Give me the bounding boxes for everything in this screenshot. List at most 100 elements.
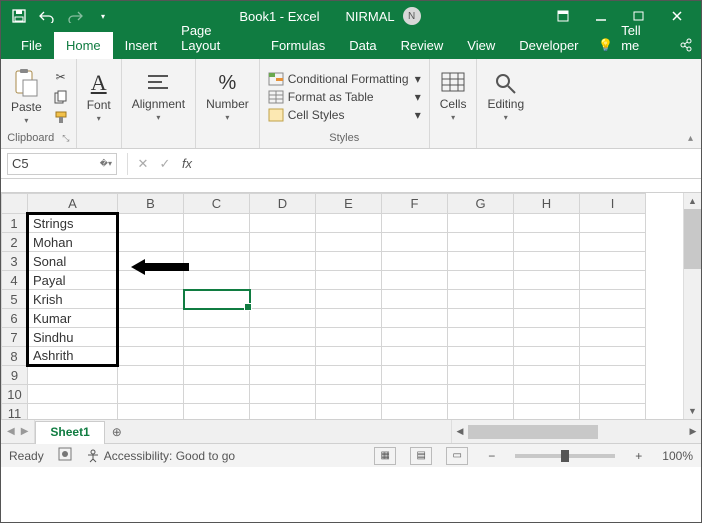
- cell[interactable]: [514, 309, 580, 328]
- cell[interactable]: Payal: [28, 271, 118, 290]
- cell[interactable]: [514, 385, 580, 404]
- row-header[interactable]: 1: [2, 214, 28, 233]
- accessibility-status[interactable]: Accessibility: Good to go: [86, 449, 235, 463]
- cell[interactable]: [580, 404, 646, 420]
- cell[interactable]: [448, 309, 514, 328]
- cell[interactable]: [580, 252, 646, 271]
- cell[interactable]: [250, 214, 316, 233]
- cell[interactable]: [514, 252, 580, 271]
- cell[interactable]: [316, 385, 382, 404]
- cell[interactable]: [118, 328, 184, 347]
- row-header[interactable]: 10: [2, 385, 28, 404]
- cell[interactable]: [250, 347, 316, 366]
- col-header[interactable]: B: [118, 194, 184, 214]
- name-box[interactable]: C5 �▾: [7, 153, 117, 175]
- cell[interactable]: [382, 252, 448, 271]
- cell[interactable]: [28, 404, 118, 420]
- tab-page-layout[interactable]: Page Layout: [169, 17, 259, 59]
- minimize-button[interactable]: [583, 2, 619, 30]
- cell-styles-button[interactable]: Cell Styles▾: [266, 107, 423, 123]
- cell[interactable]: [118, 347, 184, 366]
- zoom-in-icon[interactable]: +: [629, 449, 648, 463]
- cell[interactable]: [184, 271, 250, 290]
- cell[interactable]: [580, 366, 646, 385]
- cell[interactable]: [250, 309, 316, 328]
- horizontal-scrollbar[interactable]: ◀ ▶: [451, 420, 701, 443]
- share-icon[interactable]: [670, 31, 701, 59]
- row-header[interactable]: 3: [2, 252, 28, 271]
- row-header[interactable]: 7: [2, 328, 28, 347]
- cell[interactable]: [316, 214, 382, 233]
- zoom-slider[interactable]: [515, 454, 615, 458]
- cell[interactable]: [184, 309, 250, 328]
- cell[interactable]: [514, 404, 580, 420]
- collapse-ribbon-icon[interactable]: ▴: [688, 133, 693, 144]
- cell[interactable]: Sindhu: [28, 328, 118, 347]
- cell[interactable]: [28, 366, 118, 385]
- copy-icon[interactable]: [52, 88, 70, 106]
- cell[interactable]: [184, 404, 250, 420]
- worksheet-grid[interactable]: A B C D E F G H I 1Strings 2Mohan 3Sonal…: [1, 193, 701, 419]
- cell[interactable]: [580, 271, 646, 290]
- cell[interactable]: [382, 385, 448, 404]
- cell[interactable]: [316, 290, 382, 309]
- row-header[interactable]: 6: [2, 309, 28, 328]
- cell[interactable]: [118, 366, 184, 385]
- cell[interactable]: [448, 347, 514, 366]
- cell[interactable]: Krish: [28, 290, 118, 309]
- cell[interactable]: [316, 252, 382, 271]
- cell[interactable]: [382, 404, 448, 420]
- add-sheet-button[interactable]: ⊕: [105, 420, 129, 443]
- cell[interactable]: [184, 252, 250, 271]
- editing-button[interactable]: Editing ▾: [483, 69, 528, 124]
- cell[interactable]: [514, 233, 580, 252]
- cell[interactable]: [382, 309, 448, 328]
- cells-button[interactable]: Cells ▾: [436, 69, 471, 124]
- cell[interactable]: [448, 252, 514, 271]
- tab-data[interactable]: Data: [337, 32, 388, 59]
- row-header[interactable]: 2: [2, 233, 28, 252]
- cell[interactable]: [316, 404, 382, 420]
- page-layout-view-icon[interactable]: ▤: [410, 447, 432, 465]
- font-button[interactable]: A Font ▾: [83, 68, 115, 125]
- paste-button[interactable]: Paste ▾: [7, 66, 46, 127]
- cell[interactable]: [250, 385, 316, 404]
- cell[interactable]: [382, 271, 448, 290]
- sheet-nav-prev-icon[interactable]: ◀: [7, 426, 15, 437]
- cell[interactable]: [250, 366, 316, 385]
- alignment-button[interactable]: Alignment ▾: [128, 69, 189, 124]
- tab-view[interactable]: View: [455, 32, 507, 59]
- cell[interactable]: [382, 290, 448, 309]
- cell[interactable]: [580, 290, 646, 309]
- cell[interactable]: [382, 347, 448, 366]
- avatar[interactable]: N: [403, 7, 421, 25]
- cell[interactable]: [316, 366, 382, 385]
- cell[interactable]: [448, 385, 514, 404]
- row-header[interactable]: 5: [2, 290, 28, 309]
- name-box-dropdown-icon[interactable]: �▾: [100, 159, 112, 168]
- cell[interactable]: [250, 252, 316, 271]
- row-header[interactable]: 8: [2, 347, 28, 366]
- tab-tell-me[interactable]: Tell me: [621, 17, 670, 59]
- row-header[interactable]: 4: [2, 271, 28, 290]
- scroll-thumb[interactable]: [468, 425, 598, 439]
- cell[interactable]: [514, 328, 580, 347]
- col-header[interactable]: F: [382, 194, 448, 214]
- formula-bar[interactable]: [198, 153, 701, 175]
- cell[interactable]: Ashrith: [28, 347, 118, 366]
- cell[interactable]: [250, 271, 316, 290]
- tab-review[interactable]: Review: [389, 32, 456, 59]
- tab-home[interactable]: Home: [54, 32, 113, 59]
- insert-function-icon[interactable]: fx: [176, 153, 198, 175]
- tab-developer[interactable]: Developer: [507, 32, 590, 59]
- cell[interactable]: [316, 271, 382, 290]
- cell[interactable]: [448, 404, 514, 420]
- qat-customize-icon[interactable]: ▾: [91, 4, 115, 28]
- scroll-down-icon[interactable]: ▼: [684, 403, 701, 419]
- cell[interactable]: [184, 214, 250, 233]
- cell[interactable]: [316, 233, 382, 252]
- sheet-nav-next-icon[interactable]: ▶: [21, 426, 29, 437]
- cut-icon[interactable]: ✂: [52, 68, 70, 86]
- cell[interactable]: [184, 233, 250, 252]
- select-all-corner[interactable]: [2, 194, 28, 214]
